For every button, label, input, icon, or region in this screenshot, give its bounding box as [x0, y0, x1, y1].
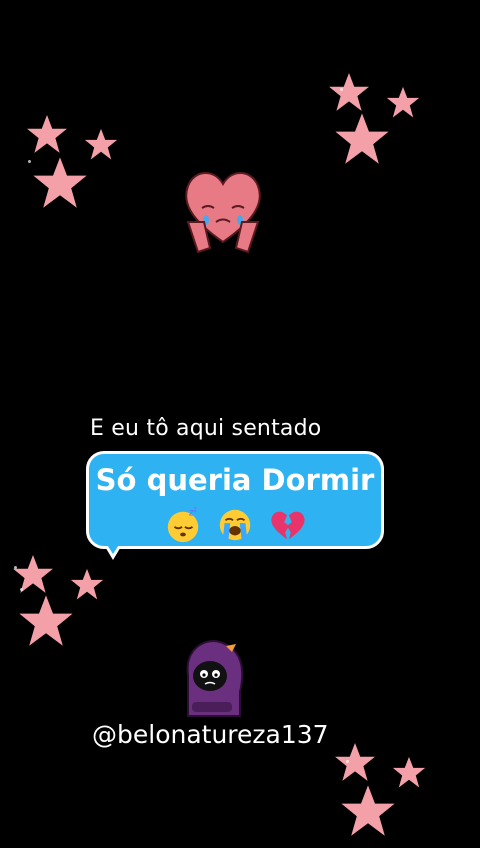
star-icon	[329, 73, 369, 111]
star-icon	[335, 113, 389, 164]
hooded-sad-figure-icon	[186, 640, 244, 717]
bubble-text: Só queria Dormir	[95, 463, 375, 497]
loudly-crying-face-icon	[219, 509, 251, 541]
bubble-tail-inner	[104, 540, 122, 554]
star-icon	[341, 785, 395, 836]
speech-bubble: Só queria Dormir z z	[86, 451, 384, 549]
star-icon	[27, 115, 67, 153]
star-icon	[84, 128, 118, 160]
sleeping-face-icon: z z	[167, 506, 199, 543]
caption-text: E eu tô aqui sentado	[90, 416, 322, 441]
star-icon	[386, 86, 420, 118]
star-icon	[392, 756, 426, 788]
sad-heart-icon	[185, 172, 261, 254]
star-icon	[33, 157, 87, 208]
emoji-row: z z	[89, 506, 381, 544]
svg-text:z: z	[193, 506, 197, 514]
username-handle: @belonatureza137	[92, 720, 329, 749]
broken-heart-icon	[271, 511, 305, 540]
star-icon	[335, 743, 375, 781]
star-icon	[19, 595, 73, 646]
star-icon	[70, 568, 104, 600]
star-icon	[13, 555, 53, 593]
